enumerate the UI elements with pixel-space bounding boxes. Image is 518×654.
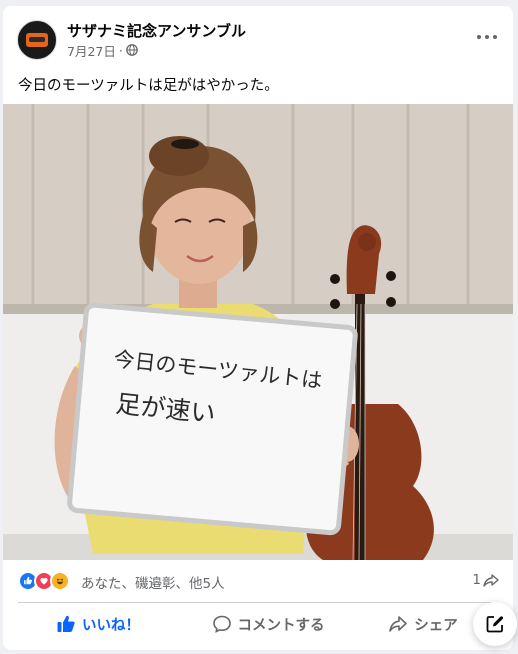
- comment-label: コメントする: [237, 617, 325, 634]
- like-button[interactable]: いいね！: [23, 606, 173, 642]
- post-meta: 7月27日 ·: [67, 41, 138, 59]
- logo-detail: [29, 37, 45, 42]
- like-label: いいね！: [82, 617, 140, 634]
- share-count-icon: [483, 574, 499, 587]
- dot: [485, 35, 489, 39]
- share-count-value: 1: [472, 572, 481, 588]
- action-bar: いいね！ コメントする シェア: [3, 604, 513, 644]
- compose-message-button[interactable]: [473, 602, 517, 646]
- comment-button[interactable]: コメントする: [183, 606, 353, 642]
- share-count[interactable]: 1: [472, 572, 499, 588]
- globe-icon: [125, 44, 138, 56]
- photo-scene: 今日のモーツァルトは 足が速い: [3, 104, 513, 560]
- share-button[interactable]: シェア: [363, 606, 483, 642]
- divider: [18, 602, 498, 603]
- reaction-icons[interactable]: [18, 571, 76, 591]
- meta-separator: ·: [118, 42, 123, 58]
- dot: [493, 35, 497, 39]
- comment-icon: [212, 615, 231, 633]
- page-avatar[interactable]: [17, 20, 57, 60]
- haha-reaction-icon: [50, 571, 70, 591]
- share-label: シェア: [414, 617, 458, 634]
- page-name[interactable]: サザナミ記念アンサンブル: [67, 20, 246, 41]
- compose-icon: [486, 616, 504, 633]
- post-header: サザナミ記念アンサンブル 7月27日 ·: [3, 6, 513, 68]
- post-date[interactable]: 7月27日: [67, 41, 116, 60]
- reactions-bar: あなた、磯邉彰、他5人 1: [3, 560, 513, 600]
- post-photo[interactable]: 今日のモーツァルトは 足が速い: [3, 104, 513, 560]
- share-icon: [389, 616, 408, 632]
- post-text: 今日のモーツァルトは足がはやかった。: [18, 78, 279, 94]
- thumbs-up-icon: [57, 615, 75, 632]
- dot: [477, 35, 481, 39]
- more-options-icon[interactable]: [475, 28, 499, 46]
- reactors-text[interactable]: あなた、磯邉彰、他5人: [81, 572, 225, 592]
- post-card: サザナミ記念アンサンブル 7月27日 · 今日のモーツァルトは足がはやかった。: [3, 6, 513, 650]
